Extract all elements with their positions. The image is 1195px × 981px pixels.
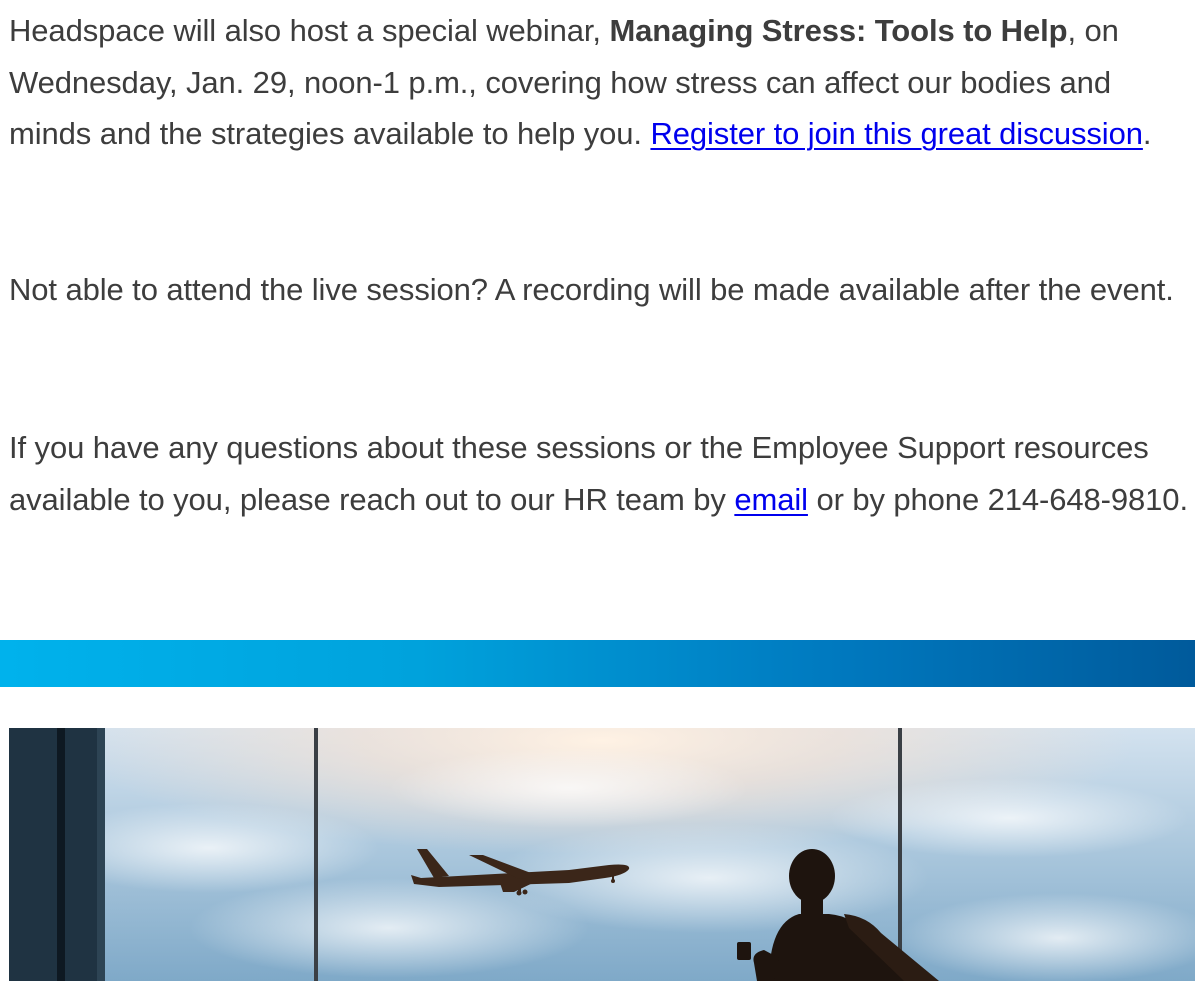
recording-paragraph: Not able to attend the live session? A r…: [9, 272, 1174, 307]
contact-paragraph: If you have any questions about these se…: [9, 422, 1195, 525]
webinar-intro-text: Headspace will also host a special webin…: [9, 13, 610, 48]
register-link[interactable]: Register to join this great discussion: [650, 116, 1143, 151]
hero-image: [9, 728, 1195, 981]
email-link[interactable]: email: [734, 482, 808, 517]
gradient-divider-banner: [0, 640, 1195, 687]
airport-window-photo: [9, 728, 1195, 981]
webinar-paragraph: Headspace will also host a special webin…: [9, 5, 1195, 160]
contact-phone-text: or by phone 214-648-9810.: [807, 481, 1188, 517]
webinar-title: Managing Stress: Tools to Help: [609, 13, 1068, 48]
webinar-end-punctuation: .: [1142, 116, 1152, 151]
